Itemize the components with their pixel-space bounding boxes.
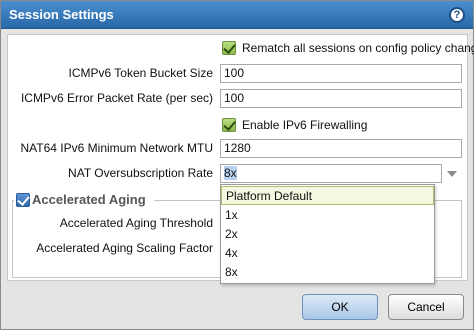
chevron-down-icon[interactable] — [442, 164, 462, 183]
nat64-mtu-label: NAT64 IPv6 Minimum Network MTU — [20, 141, 213, 155]
session-settings-dialog: Session Settings ? Rematch all sessions … — [0, 0, 474, 330]
nat-oversubscription-select[interactable]: 8x — [220, 164, 442, 183]
nat-oversubscription-dropdown: Platform Default 1x 2x 4x 8x — [220, 184, 435, 284]
dropdown-option-1x[interactable]: 1x — [221, 206, 434, 225]
dropdown-option-platform-default[interactable]: Platform Default — [221, 186, 434, 205]
dropdown-option-2x[interactable]: 2x — [221, 225, 434, 244]
rematch-checkbox[interactable] — [222, 41, 236, 55]
dialog-title: Session Settings — [9, 7, 114, 22]
accelerated-aging-scaling-label: Accelerated Aging Scaling Factor — [36, 241, 213, 255]
dropdown-option-8x[interactable]: 8x — [221, 263, 434, 282]
icmpv6-token-bucket-label: ICMPv6 Token Bucket Size — [68, 66, 213, 80]
accelerated-aging-legend: Accelerated Aging — [14, 191, 154, 209]
icmpv6-token-bucket-input[interactable]: 100 — [220, 64, 462, 83]
accelerated-aging-threshold-label: Accelerated Aging Threshold — [59, 216, 213, 230]
icmpv6-error-rate-label: ICMPv6 Error Packet Rate (per sec) — [20, 91, 213, 105]
ipv6-firewalling-checkbox[interactable] — [222, 118, 236, 132]
rematch-label: Rematch all sessions on config policy ch… — [242, 41, 474, 55]
dropdown-option-4x[interactable]: 4x — [221, 244, 434, 263]
nat-oversubscription-label: NAT Oversubscription Rate — [68, 166, 213, 180]
ipv6-firewalling-label: Enable IPv6 Firewalling — [242, 118, 368, 132]
dialog-titlebar: Session Settings ? — [1, 1, 473, 29]
accelerated-aging-label: Accelerated Aging — [32, 192, 146, 207]
nat-oversubscription-value: 8x — [224, 166, 237, 180]
icmpv6-error-rate-input[interactable]: 100 — [220, 89, 462, 108]
help-icon[interactable]: ? — [449, 7, 465, 23]
accelerated-aging-checkbox[interactable] — [16, 193, 30, 207]
nat64-mtu-input[interactable]: 1280 — [220, 139, 462, 158]
ok-button[interactable]: OK — [302, 294, 378, 320]
cancel-button[interactable]: Cancel — [388, 294, 464, 320]
